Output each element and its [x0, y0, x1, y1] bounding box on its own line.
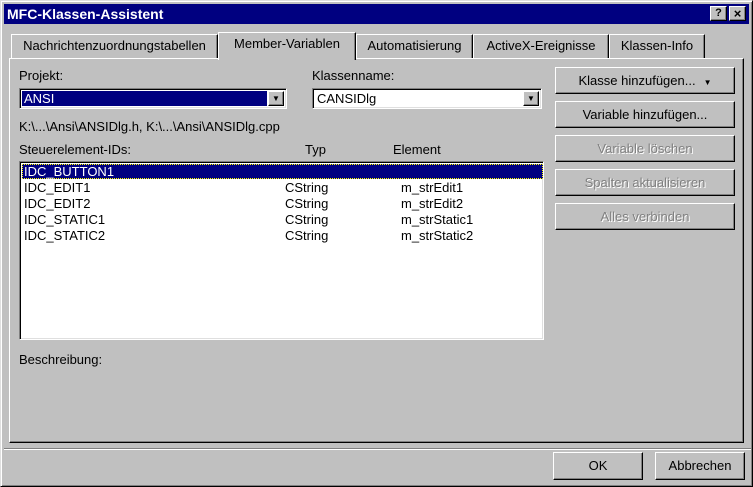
class-name-combobox[interactable]: CANSIDlg ▼ [312, 88, 542, 109]
files-path: K:\...\Ansi\ANSIDlg.h, K:\...\Ansi\ANSID… [19, 119, 280, 134]
close-button[interactable]: × [729, 6, 746, 21]
project-combobox[interactable]: ANSI ▼ [19, 88, 287, 109]
update-columns-label: Spalten aktualisieren [584, 175, 706, 190]
tab-label: Nachrichtenzuordnungstabellen [23, 38, 206, 53]
chevron-down-icon[interactable]: ▼ [523, 91, 539, 106]
chevron-down-icon: ▼ [703, 78, 712, 87]
member-name: m_strStatic2 [401, 228, 474, 243]
mfc-class-wizard-window: MFC-Klassen-Assistent ? × Nachrichtenzuo… [0, 0, 753, 487]
footer-divider-highlight [4, 449, 751, 450]
bind-all-label: Alles verbinden [600, 209, 690, 224]
chevron-down-icon[interactable]: ▼ [268, 91, 284, 106]
member-name: m_strEdit1 [401, 180, 464, 195]
add-variable-label: Variable hinzufügen... [582, 107, 708, 122]
control-id: IDC_STATIC2 [24, 228, 106, 243]
variable-type: CString [285, 180, 329, 195]
tab-activex-events[interactable]: ActiveX-Ereignisse [473, 34, 609, 58]
delete-variable-label: Variable löschen [597, 141, 693, 156]
control-id: IDC_STATIC1 [24, 212, 106, 227]
ok-button[interactable]: OK [553, 452, 643, 480]
class-name-label: Klassenname: [312, 68, 395, 83]
member-name: m_strStatic1 [401, 212, 474, 227]
cancel-label: Abbrechen [668, 458, 732, 473]
description-label: Beschreibung: [19, 352, 103, 367]
title-bar[interactable]: MFC-Klassen-Assistent ? × [4, 4, 749, 24]
list-item[interactable]: IDC_BUTTON1 [22, 164, 543, 179]
tab-class-info[interactable]: Klassen-Info [609, 34, 705, 58]
bind-all-button[interactable]: Alles verbinden [555, 203, 735, 230]
tab-message-maps[interactable]: Nachrichtenzuordnungstabellen [11, 34, 218, 58]
control-id: IDC_EDIT2 [24, 196, 91, 211]
project-label: Projekt: [19, 68, 64, 83]
control-id: IDC_BUTTON1 [24, 164, 115, 179]
variable-type: CString [285, 212, 329, 227]
help-icon: ? [715, 7, 722, 19]
cancel-button[interactable]: Abbrechen [655, 452, 745, 480]
variable-type: CString [285, 228, 329, 243]
project-value: ANSI [22, 91, 267, 106]
add-class-label: Klasse hinzufügen... [578, 73, 696, 88]
tab-automation[interactable]: Automatisierung [356, 34, 473, 58]
list-item[interactable]: IDC_STATIC2 CString m_strStatic2 [22, 228, 543, 243]
window-title: MFC-Klassen-Assistent [7, 6, 164, 22]
list-item[interactable]: IDC_EDIT1 CString m_strEdit1 [22, 180, 543, 195]
member-header: Element [393, 142, 441, 157]
variable-type: CString [285, 196, 329, 211]
list-item[interactable]: IDC_EDIT2 CString m_strEdit2 [22, 196, 543, 211]
close-icon: × [733, 6, 742, 21]
help-button[interactable]: ? [710, 6, 727, 21]
tab-label: Automatisierung [367, 38, 462, 53]
type-header: Typ [305, 142, 326, 157]
member-name: m_strEdit2 [401, 196, 464, 211]
control-id: IDC_EDIT1 [24, 180, 91, 195]
tab-label: Member-Variablen [234, 36, 340, 51]
ok-label: OK [588, 458, 608, 473]
delete-variable-button[interactable]: Variable löschen [555, 135, 735, 162]
add-class-button[interactable]: Klasse hinzufügen... ▼ [555, 67, 735, 94]
class-name-value: CANSIDlg [317, 91, 377, 106]
control-ids-header: Steuerelement-IDs: [19, 142, 131, 157]
member-variables-list[interactable]: IDC_BUTTON1 IDC_EDIT1 CString m_strEdit1… [19, 161, 544, 340]
add-variable-button[interactable]: Variable hinzufügen... [555, 101, 735, 128]
tab-label: ActiveX-Ereignisse [486, 38, 596, 53]
list-item[interactable]: IDC_STATIC1 CString m_strStatic1 [22, 212, 543, 227]
tab-label: Klassen-Info [620, 38, 694, 53]
tab-member-variables[interactable]: Member-Variablen [218, 32, 356, 60]
update-columns-button[interactable]: Spalten aktualisieren [555, 169, 735, 196]
